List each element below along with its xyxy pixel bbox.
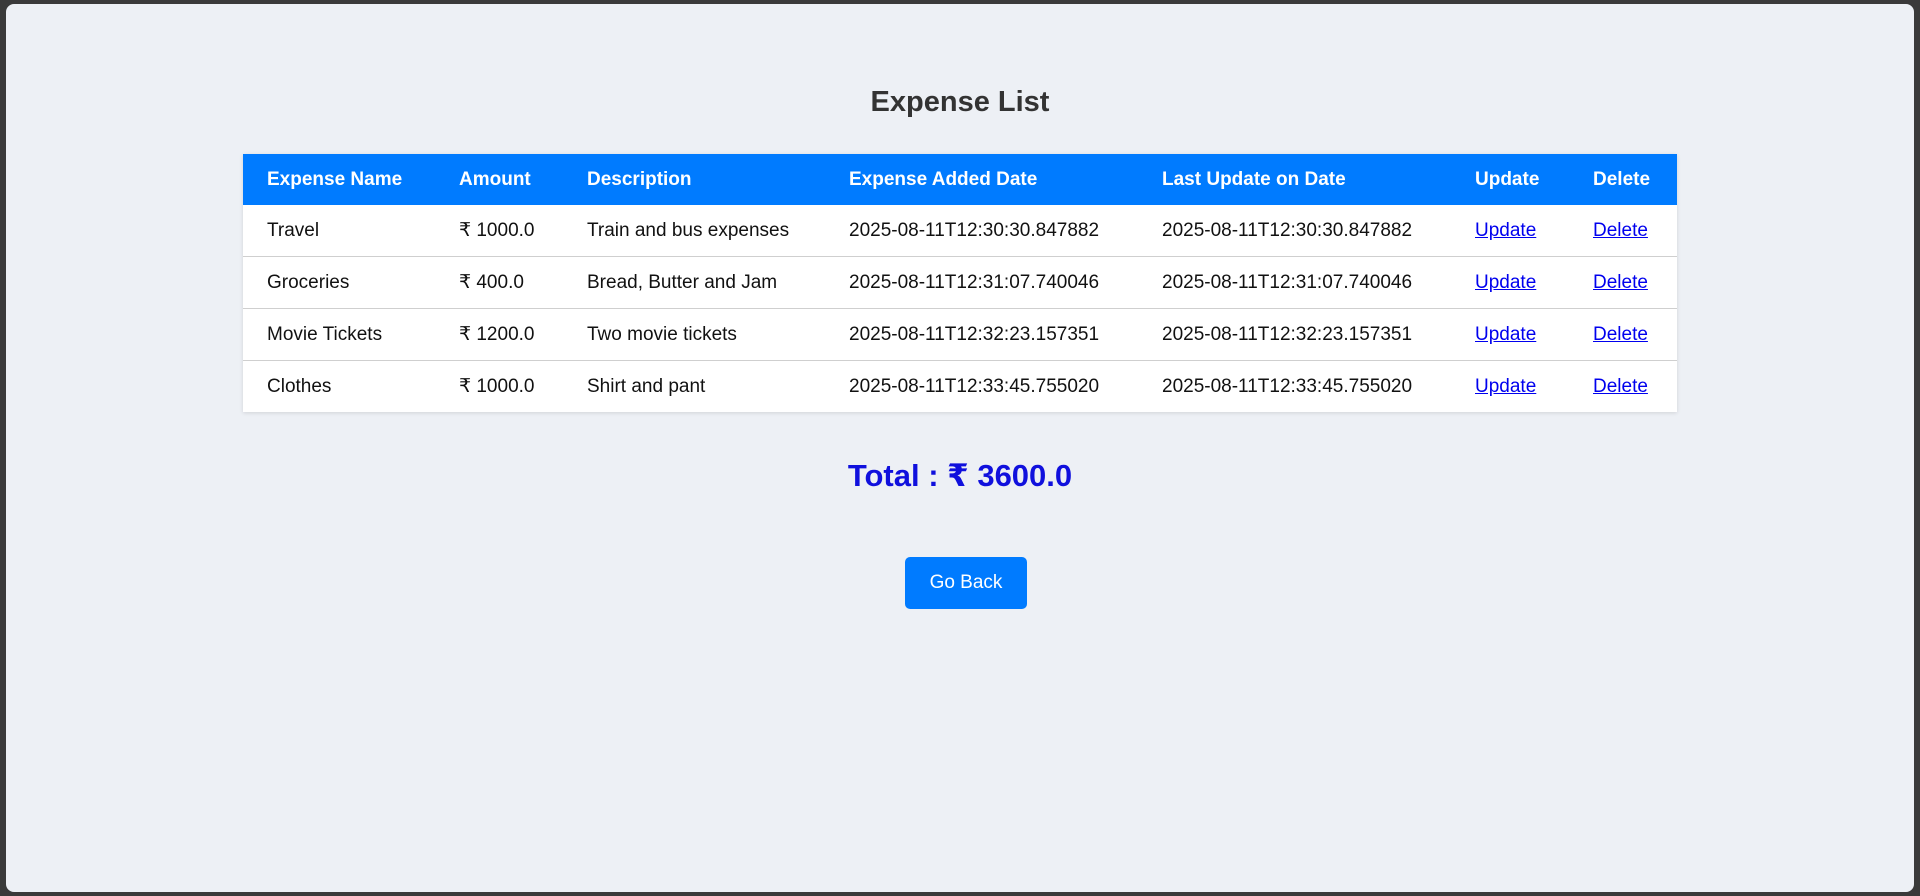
table-row: Travel ₹ 1000.0 Train and bus expenses 2… xyxy=(243,205,1677,257)
table-row: Groceries ₹ 400.0 Bread, Butter and Jam … xyxy=(243,256,1677,309)
cell-delete: Delete xyxy=(1569,361,1677,413)
cell-description: Bread, Butter and Jam xyxy=(563,256,825,309)
update-link[interactable]: Update xyxy=(1475,324,1536,345)
cell-added-date: 2025-08-11T12:30:30.847882 xyxy=(825,205,1138,257)
header-description: Description xyxy=(563,154,825,205)
cell-expense-name: Groceries xyxy=(243,256,435,309)
header-expense-added-date: Expense Added Date xyxy=(825,154,1138,205)
cell-delete: Delete xyxy=(1569,205,1677,257)
cell-amount: ₹ 400.0 xyxy=(435,256,563,309)
cell-description: Two movie tickets xyxy=(563,308,825,361)
cell-updated-date: 2025-08-11T12:31:07.740046 xyxy=(1138,256,1451,309)
expense-table: Expense Name Amount Description Expense … xyxy=(243,154,1677,412)
header-last-update-date: Last Update on Date xyxy=(1138,154,1451,205)
cell-delete: Delete xyxy=(1569,256,1677,309)
cell-amount: ₹ 1000.0 xyxy=(435,205,563,257)
cell-update: Update xyxy=(1451,256,1569,309)
delete-link[interactable]: Delete xyxy=(1593,272,1648,293)
header-update: Update xyxy=(1451,154,1569,205)
cell-expense-name: Movie Tickets xyxy=(243,308,435,361)
update-link[interactable]: Update xyxy=(1475,376,1536,397)
cell-updated-date: 2025-08-11T12:33:45.755020 xyxy=(1162,375,1413,397)
header-amount: Amount xyxy=(435,154,563,205)
expense-table-container: Expense Name Amount Description Expense … xyxy=(243,154,1677,412)
delete-link[interactable]: Delete xyxy=(1593,376,1648,397)
cell-updated-date: 2025-08-11T12:30:30.847882 xyxy=(1138,205,1451,257)
delete-link[interactable]: Delete xyxy=(1593,220,1648,241)
cell-description: Train and bus expenses xyxy=(563,205,825,257)
cell-update: Update xyxy=(1451,308,1569,361)
table-row: Clothes ₹ 1000.0 Shirt and pant 2025-08-… xyxy=(243,361,1677,413)
cell-added-date: 2025-08-11T12:31:07.740046 xyxy=(825,256,1138,309)
cell-delete: Delete xyxy=(1569,308,1677,361)
update-link[interactable]: Update xyxy=(1475,220,1536,241)
cell-description: Shirt and pant xyxy=(587,375,706,397)
cell-updated-date: 2025-08-11T12:32:23.157351 xyxy=(1138,308,1451,361)
page-viewport: Expense List Expense Name Amount Descrip… xyxy=(6,4,1914,892)
update-link[interactable]: Update xyxy=(1475,272,1536,293)
header-delete: Delete xyxy=(1569,154,1677,205)
cell-expense-name: Travel xyxy=(243,205,435,257)
table-row: Movie Tickets ₹ 1200.0 Two movie tickets… xyxy=(243,308,1677,361)
page-title: Expense List xyxy=(870,86,1050,118)
table-header-row: Expense Name Amount Description Expense … xyxy=(243,154,1677,205)
cell-added-date: 2025-08-11T12:32:23.157351 xyxy=(825,308,1138,361)
delete-link[interactable]: Delete xyxy=(1593,324,1648,345)
total-amount: Total : ₹ 3600.0 xyxy=(847,458,1073,493)
cell-added-date: 2025-08-11T12:33:45.755020 xyxy=(849,375,1100,397)
cell-expense-name: Clothes xyxy=(267,375,332,397)
cell-update: Update xyxy=(1451,205,1569,257)
go-back-button[interactable]: Go Back xyxy=(905,557,1027,609)
cell-amount: ₹ 1000.0 xyxy=(459,376,535,397)
header-expense-name: Expense Name xyxy=(243,154,435,205)
cell-amount: ₹ 1200.0 xyxy=(435,308,563,361)
cell-update: Update xyxy=(1451,361,1569,413)
